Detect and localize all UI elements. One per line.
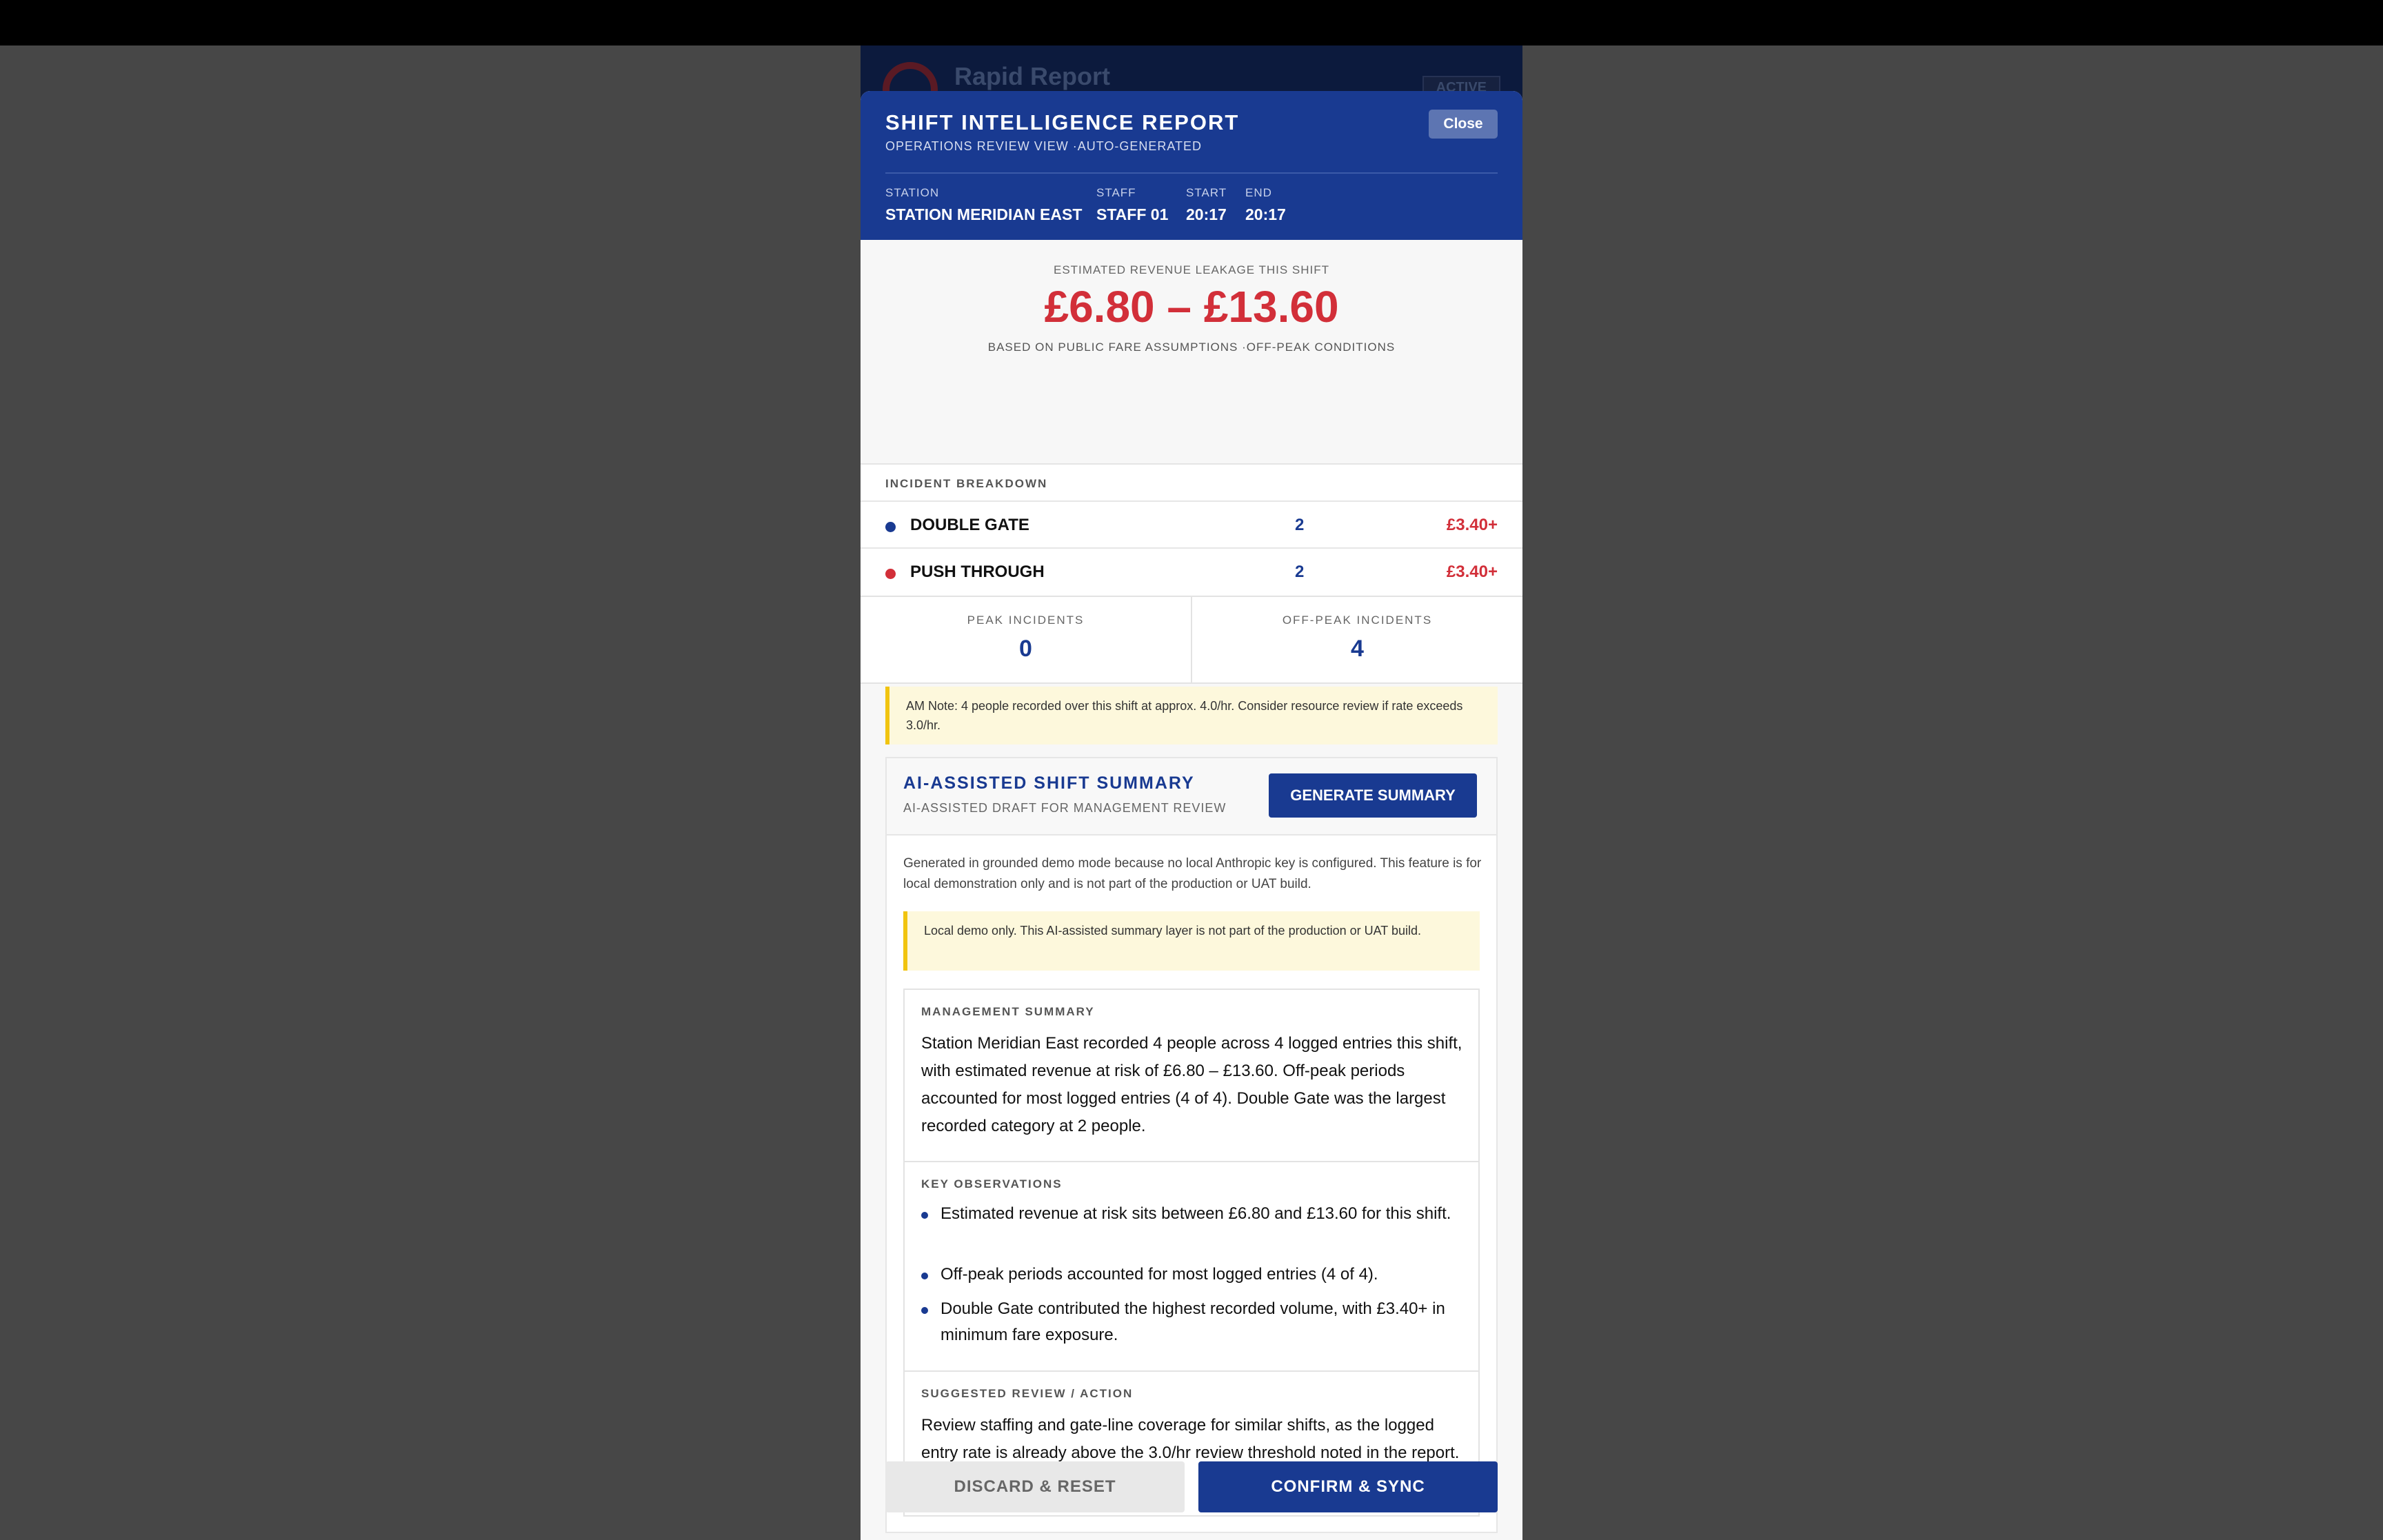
end-value: 20:17	[1245, 205, 1286, 223]
ai-summary-description: Generated in grounded demo mode because …	[903, 856, 1482, 891]
observation-item: Double Gate contributed the highest reco…	[921, 1296, 1466, 1348]
station-value: STATION MERIDIAN EAST	[885, 205, 1083, 223]
ai-summary-header: AI-ASSISTED SHIFT SUMMARY AI-ASSISTED DR…	[887, 758, 1496, 835]
leakage-basis: BASED ON PUBLIC FARE ASSUMPTIONS ·OFF-PE…	[987, 341, 1396, 354]
demo-note: Local demo only. This AI-assisted summar…	[903, 911, 1480, 971]
management-summary-text: Station Meridian East recorded 4 people …	[921, 1034, 1462, 1135]
leakage-label: ESTIMATED REVENUE LEAKAGE THIS SHIFT	[1054, 263, 1329, 276]
bullet-icon	[921, 1273, 928, 1279]
breakdown-amount: £3.40+	[1446, 516, 1498, 534]
breakdown-name: DOUBLE GATE	[910, 516, 1029, 534]
suggested-action-label: SUGGESTED REVIEW / ACTION	[921, 1387, 1134, 1400]
observation-text: Estimated revenue at risk sits between £…	[941, 1204, 1451, 1223]
breakdown-row-push-through: PUSH THROUGH 2 £3.40+	[861, 547, 1522, 594]
observation-item: Off-peak periods accounted for most logg…	[921, 1262, 1466, 1288]
meta-staff: STAFF STAFF 01	[1096, 186, 1168, 224]
close-button[interactable]: Close	[1429, 110, 1498, 139]
confirm-sync-button[interactable]: CONFIRM & SYNC	[1198, 1461, 1498, 1512]
observation-text: Off-peak periods accounted for most logg…	[941, 1265, 1378, 1284]
summary-content: MANAGEMENT SUMMARY Station Meridian East…	[903, 989, 1480, 1517]
modal-subtitle: OPERATIONS REVIEW VIEW ·AUTO-GENERATED	[885, 139, 1203, 153]
meta-end: END 20:17	[1245, 186, 1286, 224]
modal-header: SHIFT INTELLIGENCE REPORT OPERATIONS REV…	[861, 91, 1522, 240]
leakage-value: £6.80 – £13.60	[1044, 282, 1339, 332]
background-app-title: Rapid Report	[954, 62, 1111, 90]
breakdown-count: 2	[1295, 516, 1305, 534]
breakdown-count: 2	[1295, 563, 1305, 581]
meta-start: START 20:17	[1186, 186, 1227, 224]
modal-title: SHIFT INTELLIGENCE REPORT	[885, 110, 1240, 134]
offpeak-incidents: OFF-PEAK INCIDENTS 4	[1192, 597, 1522, 682]
staff-value: STAFF 01	[1096, 205, 1169, 223]
shift-report-modal: SHIFT INTELLIGENCE REPORT OPERATIONS REV…	[861, 91, 1522, 1540]
peak-incidents: PEAK INCIDENTS 0	[861, 597, 1191, 682]
incident-stats: PEAK INCIDENTS 0 OFF-PEAK INCIDENTS 4	[861, 596, 1522, 684]
peak-value: 0	[1019, 636, 1032, 662]
breakdown-row-double-gate: DOUBLE GATE 2 £3.40+	[861, 500, 1522, 547]
top-black-bar	[0, 0, 2383, 45]
breakdown-name: PUSH THROUGH	[910, 563, 1045, 581]
section-divider	[905, 1161, 1478, 1162]
category-dot-icon	[885, 522, 896, 532]
end-label: END	[1245, 186, 1272, 199]
category-dot-icon	[885, 569, 896, 579]
breakdown-amount: £3.40+	[1446, 563, 1498, 581]
start-value: 20:17	[1186, 205, 1227, 223]
start-label: START	[1186, 186, 1227, 199]
observation-item: Estimated revenue at risk sits between £…	[921, 1201, 1466, 1227]
bullet-icon	[921, 1212, 928, 1219]
offpeak-label: OFF-PEAK INCIDENTS	[1282, 614, 1433, 627]
incident-breakdown: INCIDENT BREAKDOWN DOUBLE GATE 2 £3.40+ …	[861, 465, 1522, 596]
suggested-action-text: Review staffing and gate-line coverage f…	[921, 1416, 1460, 1462]
peak-label: PEAK INCIDENTS	[967, 614, 1085, 627]
bullet-icon	[921, 1307, 928, 1314]
key-observations-label: KEY OBSERVATIONS	[921, 1177, 1063, 1191]
ai-summary-subtitle: AI-ASSISTED DRAFT FOR MANAGEMENT REVIEW	[903, 801, 1227, 815]
breakdown-header: INCIDENT BREAKDOWN	[885, 477, 1048, 490]
management-summary-label: MANAGEMENT SUMMARY	[921, 1005, 1095, 1018]
revenue-leakage-panel: ESTIMATED REVENUE LEAKAGE THIS SHIFT £6.…	[861, 240, 1522, 465]
station-label: STATION	[885, 186, 940, 199]
section-divider	[905, 1370, 1478, 1372]
ai-summary-title: AI-ASSISTED SHIFT SUMMARY	[903, 773, 1195, 793]
ai-summary-card: AI-ASSISTED SHIFT SUMMARY AI-ASSISTED DR…	[885, 757, 1498, 1533]
discard-reset-button[interactable]: DISCARD & RESET	[885, 1461, 1185, 1512]
meta-station: STATION STATION MERIDIAN EAST	[885, 186, 1082, 224]
header-divider	[885, 172, 1498, 174]
observation-text: Double Gate contributed the highest reco…	[941, 1299, 1445, 1344]
staff-label: STAFF	[1096, 186, 1136, 199]
generate-summary-button[interactable]: GENERATE SUMMARY	[1269, 773, 1477, 818]
am-note: AM Note: 4 people recorded over this shi…	[885, 687, 1498, 744]
offpeak-value: 4	[1351, 636, 1364, 662]
